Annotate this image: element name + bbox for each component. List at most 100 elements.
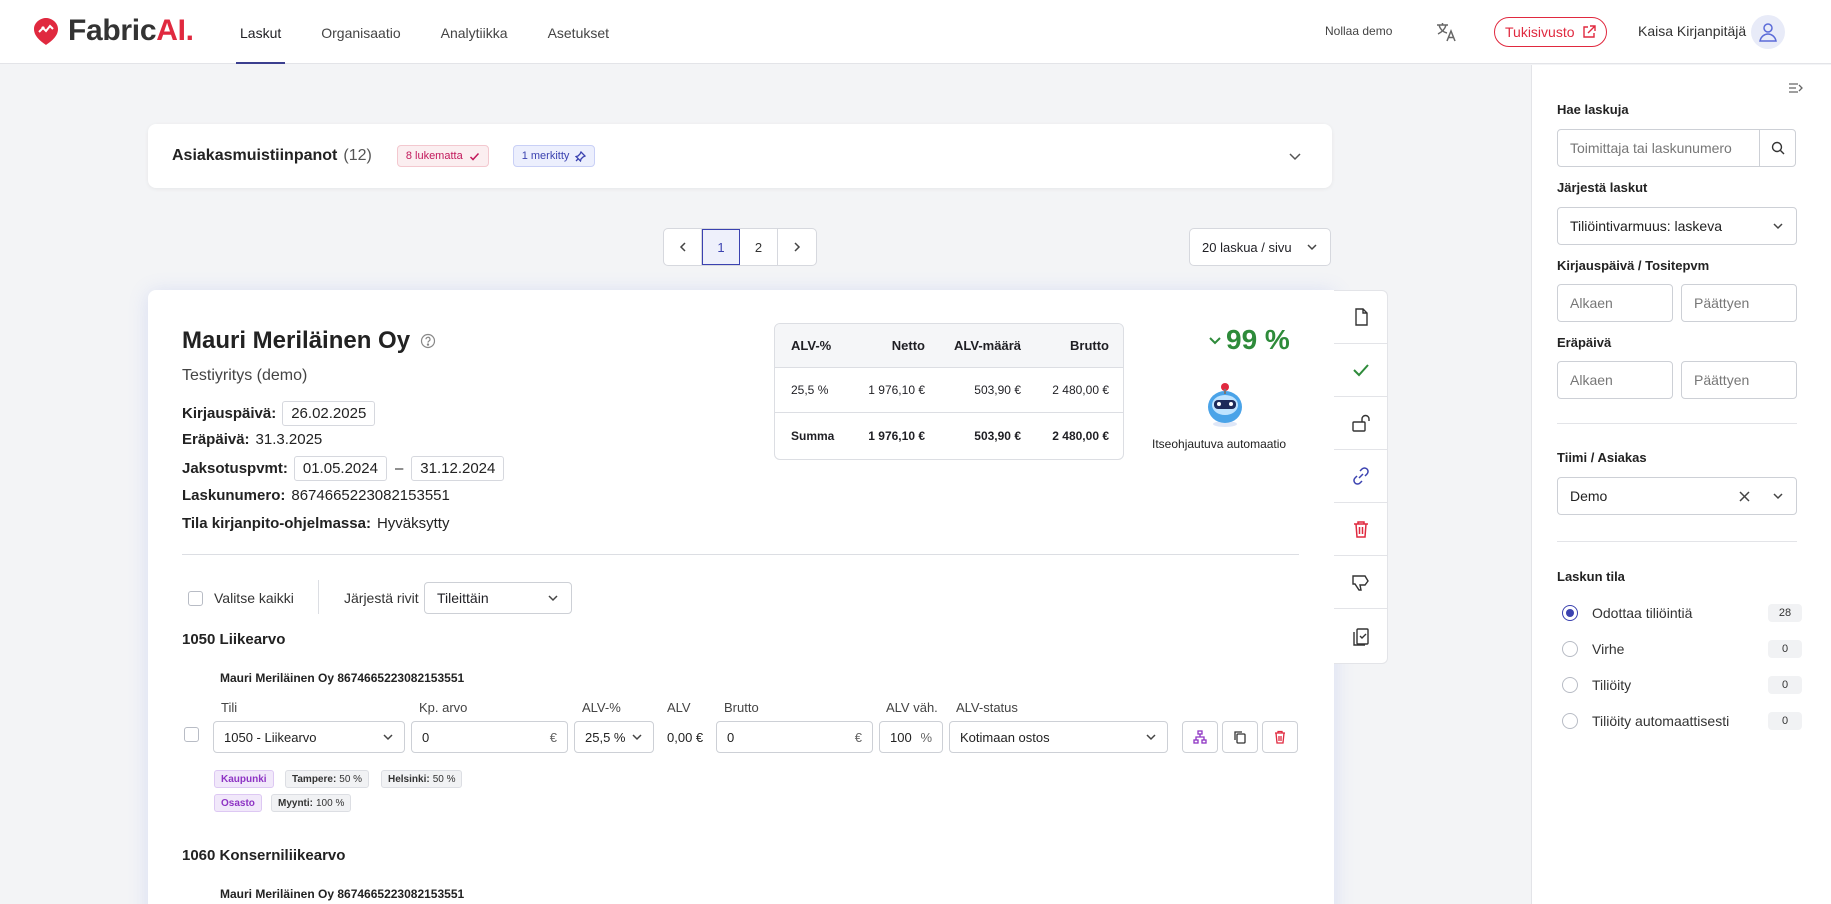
document-icon — [1351, 307, 1371, 327]
vat-table-sum-row: Summa 1 976,10 € 503,90 € 2 480,00 € — [775, 413, 1123, 458]
status-count: 0 — [1768, 712, 1802, 730]
account-select[interactable]: 1050 - Liikearvo — [213, 721, 405, 753]
date-from-input[interactable]: Alkaen — [1557, 284, 1673, 322]
clear-icon[interactable] — [1739, 490, 1750, 502]
divider — [182, 554, 1299, 555]
radio-button[interactable] — [1562, 605, 1578, 621]
confidence-score[interactable]: 99 % — [1208, 324, 1290, 356]
status-label: Tila kirjanpito-ohjelmassa: — [182, 515, 371, 532]
sort-invoices-select[interactable]: Tiliöintivarmuus: laskeva — [1557, 207, 1797, 245]
radio-button[interactable] — [1562, 641, 1578, 657]
vat-status-select[interactable]: Kotimaan ostos — [949, 721, 1168, 753]
reset-demo-link[interactable]: Nollaa demo — [1325, 24, 1392, 38]
account-field-label: Tili — [221, 700, 238, 715]
status-option-label: Odottaa tiliöintiä — [1592, 605, 1693, 621]
vat-table-header: ALV-% Netto ALV-määrä Brutto — [775, 324, 1123, 368]
marked-label: 1 merkitty — [521, 150, 570, 162]
line-checkbox[interactable] — [184, 727, 199, 742]
dimension-key: Tampere: — [292, 773, 337, 785]
logo[interactable]: FabricAI. — [30, 14, 194, 48]
nav-analytiikka[interactable]: Analytiikka — [437, 0, 512, 64]
team-select[interactable]: Demo — [1557, 477, 1797, 515]
search-input[interactable]: Toimittaja tai laskunumero — [1557, 129, 1760, 167]
account-group-title: 1050 Liikearvo — [182, 631, 286, 648]
line-title: Mauri Meriläinen Oy 8674665223082153551 — [220, 887, 465, 901]
chevron-down-icon — [1306, 241, 1318, 253]
dimension-value-tag: Tampere: 50 % — [285, 770, 370, 788]
pagination: 1 2 — [663, 228, 817, 266]
radio-button[interactable] — [1562, 677, 1578, 693]
vat-status-value: Kotimaan ostos — [960, 729, 1050, 745]
notes-count: (12) — [343, 147, 372, 164]
delete-line-button[interactable] — [1262, 721, 1298, 753]
booking-date-field[interactable]: 26.02.2025 — [282, 401, 376, 426]
prev-page-button[interactable] — [664, 229, 702, 265]
vat-pct-select[interactable]: 25,5 % — [574, 721, 654, 753]
due-from-input[interactable]: Alkaen — [1557, 361, 1673, 399]
chevron-down-icon — [1145, 731, 1157, 743]
invoice-number-label: Laskunumero: — [182, 487, 286, 504]
dimension-key: Myynti: — [278, 797, 313, 809]
next-page-button[interactable] — [778, 229, 816, 265]
link-button[interactable] — [1334, 450, 1387, 503]
document-button[interactable] — [1334, 291, 1387, 344]
user-avatar-icon[interactable] — [1751, 15, 1785, 49]
page-1-button[interactable]: 1 — [702, 229, 740, 265]
unread-badge[interactable]: 8 lukematta — [396, 145, 489, 167]
page-2-button[interactable]: 2 — [740, 229, 778, 265]
nav-laskut[interactable]: Laskut — [236, 0, 286, 64]
unlock-button[interactable] — [1334, 397, 1387, 450]
copy-icon — [1233, 730, 1247, 744]
date-to-input[interactable]: Päättyen — [1681, 284, 1797, 322]
dimensions-button[interactable] — [1182, 721, 1218, 753]
feedback-button[interactable] — [1334, 556, 1387, 609]
status-option[interactable]: Odottaa tiliöintiä 28 — [1562, 604, 1802, 622]
thumbs-down-icon — [1351, 572, 1371, 592]
customer-notes-panel[interactable]: Asiakasmuistiinpanot (12) 8 lukematta 1 … — [148, 124, 1332, 188]
search-button[interactable] — [1759, 129, 1796, 167]
invoice-card: Mauri Meriläinen Oy Testiyritys (demo) K… — [148, 290, 1334, 904]
vat-amount-value: 0,00 € — [667, 730, 704, 745]
clipboard-button[interactable] — [1334, 609, 1387, 662]
chevron-down-icon[interactable] — [1288, 149, 1302, 163]
gross-input[interactable]: 0 € — [716, 721, 873, 753]
user-name[interactable]: Kaisa Kirjanpitäjä — [1638, 23, 1746, 39]
nav-asetukset[interactable]: Asetukset — [544, 0, 613, 64]
search-label: Hae laskuja — [1557, 102, 1629, 117]
per-page-select[interactable]: 20 laskua / sivu — [1189, 228, 1331, 266]
delete-invoice-button[interactable] — [1334, 503, 1387, 556]
collapse-panel-icon[interactable] — [1788, 80, 1804, 96]
vat-cell: 503,90 € — [974, 383, 1021, 397]
period-start-field[interactable]: 01.05.2024 — [293, 456, 387, 481]
vat-deduct-input[interactable]: 100 % — [879, 721, 943, 753]
vat-col-header: Brutto — [1070, 338, 1109, 353]
filter-panel: Hae laskuja Toimittaja tai laskunumero J… — [1531, 65, 1831, 904]
radio-button[interactable] — [1562, 713, 1578, 729]
status-row: Tila kirjanpito-ohjelmassa: Hyväksytty — [182, 515, 449, 532]
line-title: Mauri Meriläinen Oy 8674665223082153551 — [220, 671, 465, 685]
cost-input[interactable]: 0 € — [411, 721, 568, 753]
status-option[interactable]: Virhe 0 — [1562, 640, 1802, 658]
external-link-icon — [1582, 25, 1596, 39]
account-group-title: 1060 Konserniliikearvo — [182, 847, 346, 864]
dimension-value: 100 % — [316, 797, 345, 809]
copy-line-button[interactable] — [1222, 721, 1258, 753]
help-icon[interactable] — [420, 333, 436, 349]
sort-rows-select[interactable]: Tileittäin — [424, 582, 572, 614]
translate-icon[interactable] — [1435, 21, 1457, 43]
marked-badge[interactable]: 1 merkitty — [512, 145, 596, 167]
dimension-value: 50 % — [339, 773, 363, 785]
status-option[interactable]: Tiliöity 0 — [1562, 676, 1802, 694]
vat-cell: 25,5 % — [791, 383, 829, 397]
nav-organisaatio[interactable]: Organisaatio — [317, 0, 404, 64]
vat-cell: Summa — [791, 428, 835, 443]
period-end-field[interactable]: 31.12.2024 — [411, 456, 505, 481]
unread-label: 8 lukematta — [405, 150, 463, 162]
select-all-checkbox[interactable] — [188, 591, 203, 606]
support-site-button[interactable]: Tukisivusto — [1494, 17, 1607, 47]
approve-button[interactable] — [1334, 344, 1387, 397]
due-to-input[interactable]: Päättyen — [1681, 361, 1797, 399]
divider — [1557, 541, 1797, 542]
status-option[interactable]: Tiliöity automaattisesti 0 — [1562, 712, 1802, 730]
vat-status-field-label: ALV-status — [956, 700, 1018, 715]
